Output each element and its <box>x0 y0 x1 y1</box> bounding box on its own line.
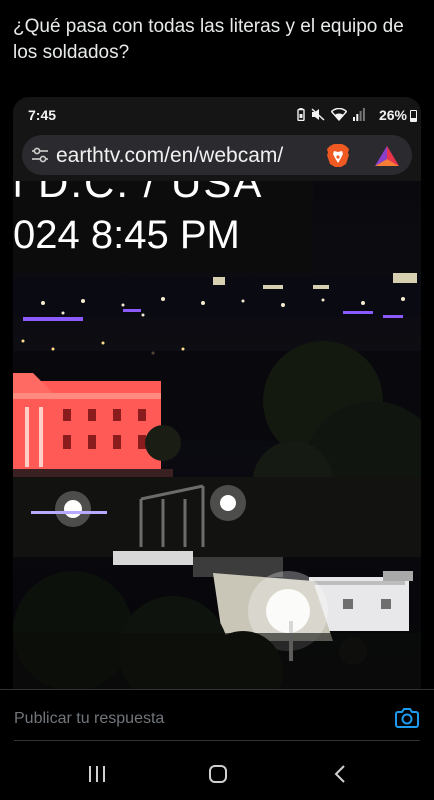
battery-saver-icon <box>297 108 305 121</box>
webcam-location-text: l D.C. / USA <box>13 181 264 206</box>
battery-percent: 26% <box>378 107 407 123</box>
browser-toolbar: earthtv.com/en/webcam/ <box>13 133 421 181</box>
status-icons <box>295 108 385 122</box>
url-text: earthtv.com/en/webcam/ <box>56 144 284 167</box>
home-icon[interactable] <box>208 765 228 783</box>
reply-input[interactable]: Publicar tu respuesta <box>14 710 164 728</box>
divider <box>14 740 420 741</box>
webcam-caption-box: l D.C. / USA 024 8:45 PM <box>13 181 313 273</box>
signal-icon <box>353 108 365 121</box>
brave-rewards-icon <box>375 146 399 166</box>
brave-shields-icon <box>327 144 349 167</box>
webcam-view: l D.C. / USA 024 8:45 PM <box>13 181 421 689</box>
wifi-icon <box>331 108 347 121</box>
webcam-datetime-text: 024 8:45 PM <box>13 213 240 257</box>
reply-composer[interactable]: Publicar tu respuesta <box>0 689 434 742</box>
previous-text-fragment <box>0 0 434 6</box>
recents-icon[interactable] <box>87 765 107 783</box>
site-settings-icon <box>32 147 48 163</box>
mute-icon <box>311 108 325 121</box>
status-time: 7:45 <box>28 107 57 123</box>
battery-icon <box>410 110 417 122</box>
back-icon[interactable] <box>333 764 347 784</box>
post-image[interactable]: 7:45 26% earthtv.com/en/webcam/ l D.C. /… <box>13 97 421 689</box>
post-text: ¿Qué pasa con todas las literas y el equ… <box>13 16 404 63</box>
system-navigation-bar <box>0 745 434 800</box>
phone-status-bar: 7:45 26% <box>13 97 421 133</box>
address-bar: earthtv.com/en/webcam/ <box>22 135 412 175</box>
camera-icon[interactable] <box>395 707 419 729</box>
